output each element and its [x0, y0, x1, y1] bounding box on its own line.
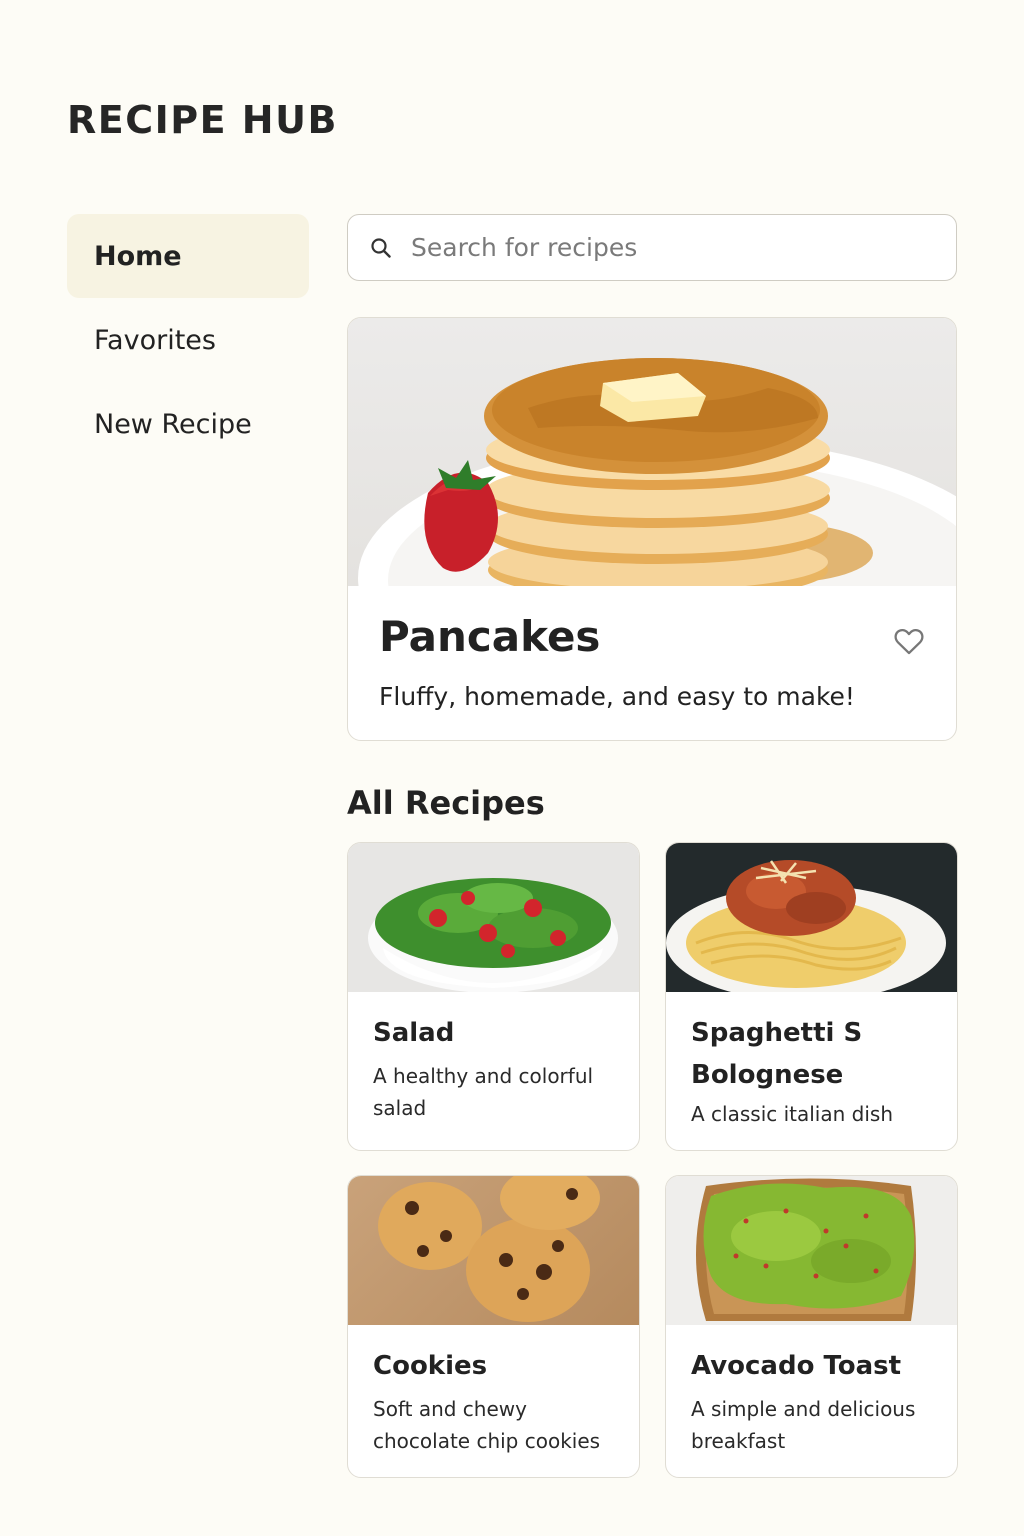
app-title: RECIPE HUB: [67, 98, 338, 142]
featured-recipe-title: Pancakes: [379, 612, 601, 661]
recipe-card-salad[interactable]: Salad A healthy and colorful salad: [347, 842, 640, 1151]
sidebar-item-label: New Recipe: [94, 408, 252, 440]
spaghetti-plate-photo: [666, 843, 957, 992]
pancake-stack-photo: [348, 318, 956, 586]
recipe-card-cookies[interactable]: Cookies Soft and chewy chocolate chip co…: [347, 1175, 640, 1478]
cookies-photo: [348, 1176, 639, 1325]
sidebar: Home Favorites New Recipe: [67, 214, 309, 466]
featured-recipe-description: Fluffy, homemade, and easy to make!: [379, 682, 855, 711]
featured-recipe-card[interactable]: Pancakes Fluffy, homemade, and easy to m…: [347, 317, 957, 741]
sidebar-item-home[interactable]: Home: [67, 214, 309, 298]
recipe-name: Salad: [373, 1018, 455, 1048]
recipe-card-avocado-toast[interactable]: Avocado Toast A simple and delicious bre…: [665, 1175, 958, 1478]
recipe-description: A healthy and colorful salad: [373, 1064, 594, 1120]
search-bar[interactable]: [347, 214, 957, 281]
recipe-card-spaghetti-bolognese[interactable]: Spaghetti S Bolognese A classic italian …: [665, 842, 958, 1151]
recipe-description: A classic italian dish: [691, 1102, 894, 1126]
recipe-description: A simple and delicious breakfast: [691, 1397, 916, 1453]
all-recipes-heading: All Recipes: [347, 784, 545, 822]
avocado-toast-photo: [666, 1176, 957, 1325]
recipe-name: Cookies: [373, 1351, 488, 1381]
search-icon: [371, 237, 391, 258]
sidebar-item-label: Favorites: [94, 324, 216, 356]
heart-outline-icon[interactable]: [892, 624, 926, 658]
salad-bowl-photo: [348, 843, 639, 992]
recipe-name: Spaghetti S Bolognese: [691, 1018, 863, 1090]
search-input[interactable]: [409, 232, 933, 263]
sidebar-item-label: Home: [94, 240, 182, 272]
recipe-description: Soft and chewy chocolate chip cookies: [373, 1397, 601, 1453]
sidebar-item-favorites[interactable]: Favorites: [67, 298, 309, 382]
sidebar-item-new-recipe[interactable]: New Recipe: [67, 382, 309, 466]
recipe-name: Avocado Toast: [691, 1351, 902, 1381]
